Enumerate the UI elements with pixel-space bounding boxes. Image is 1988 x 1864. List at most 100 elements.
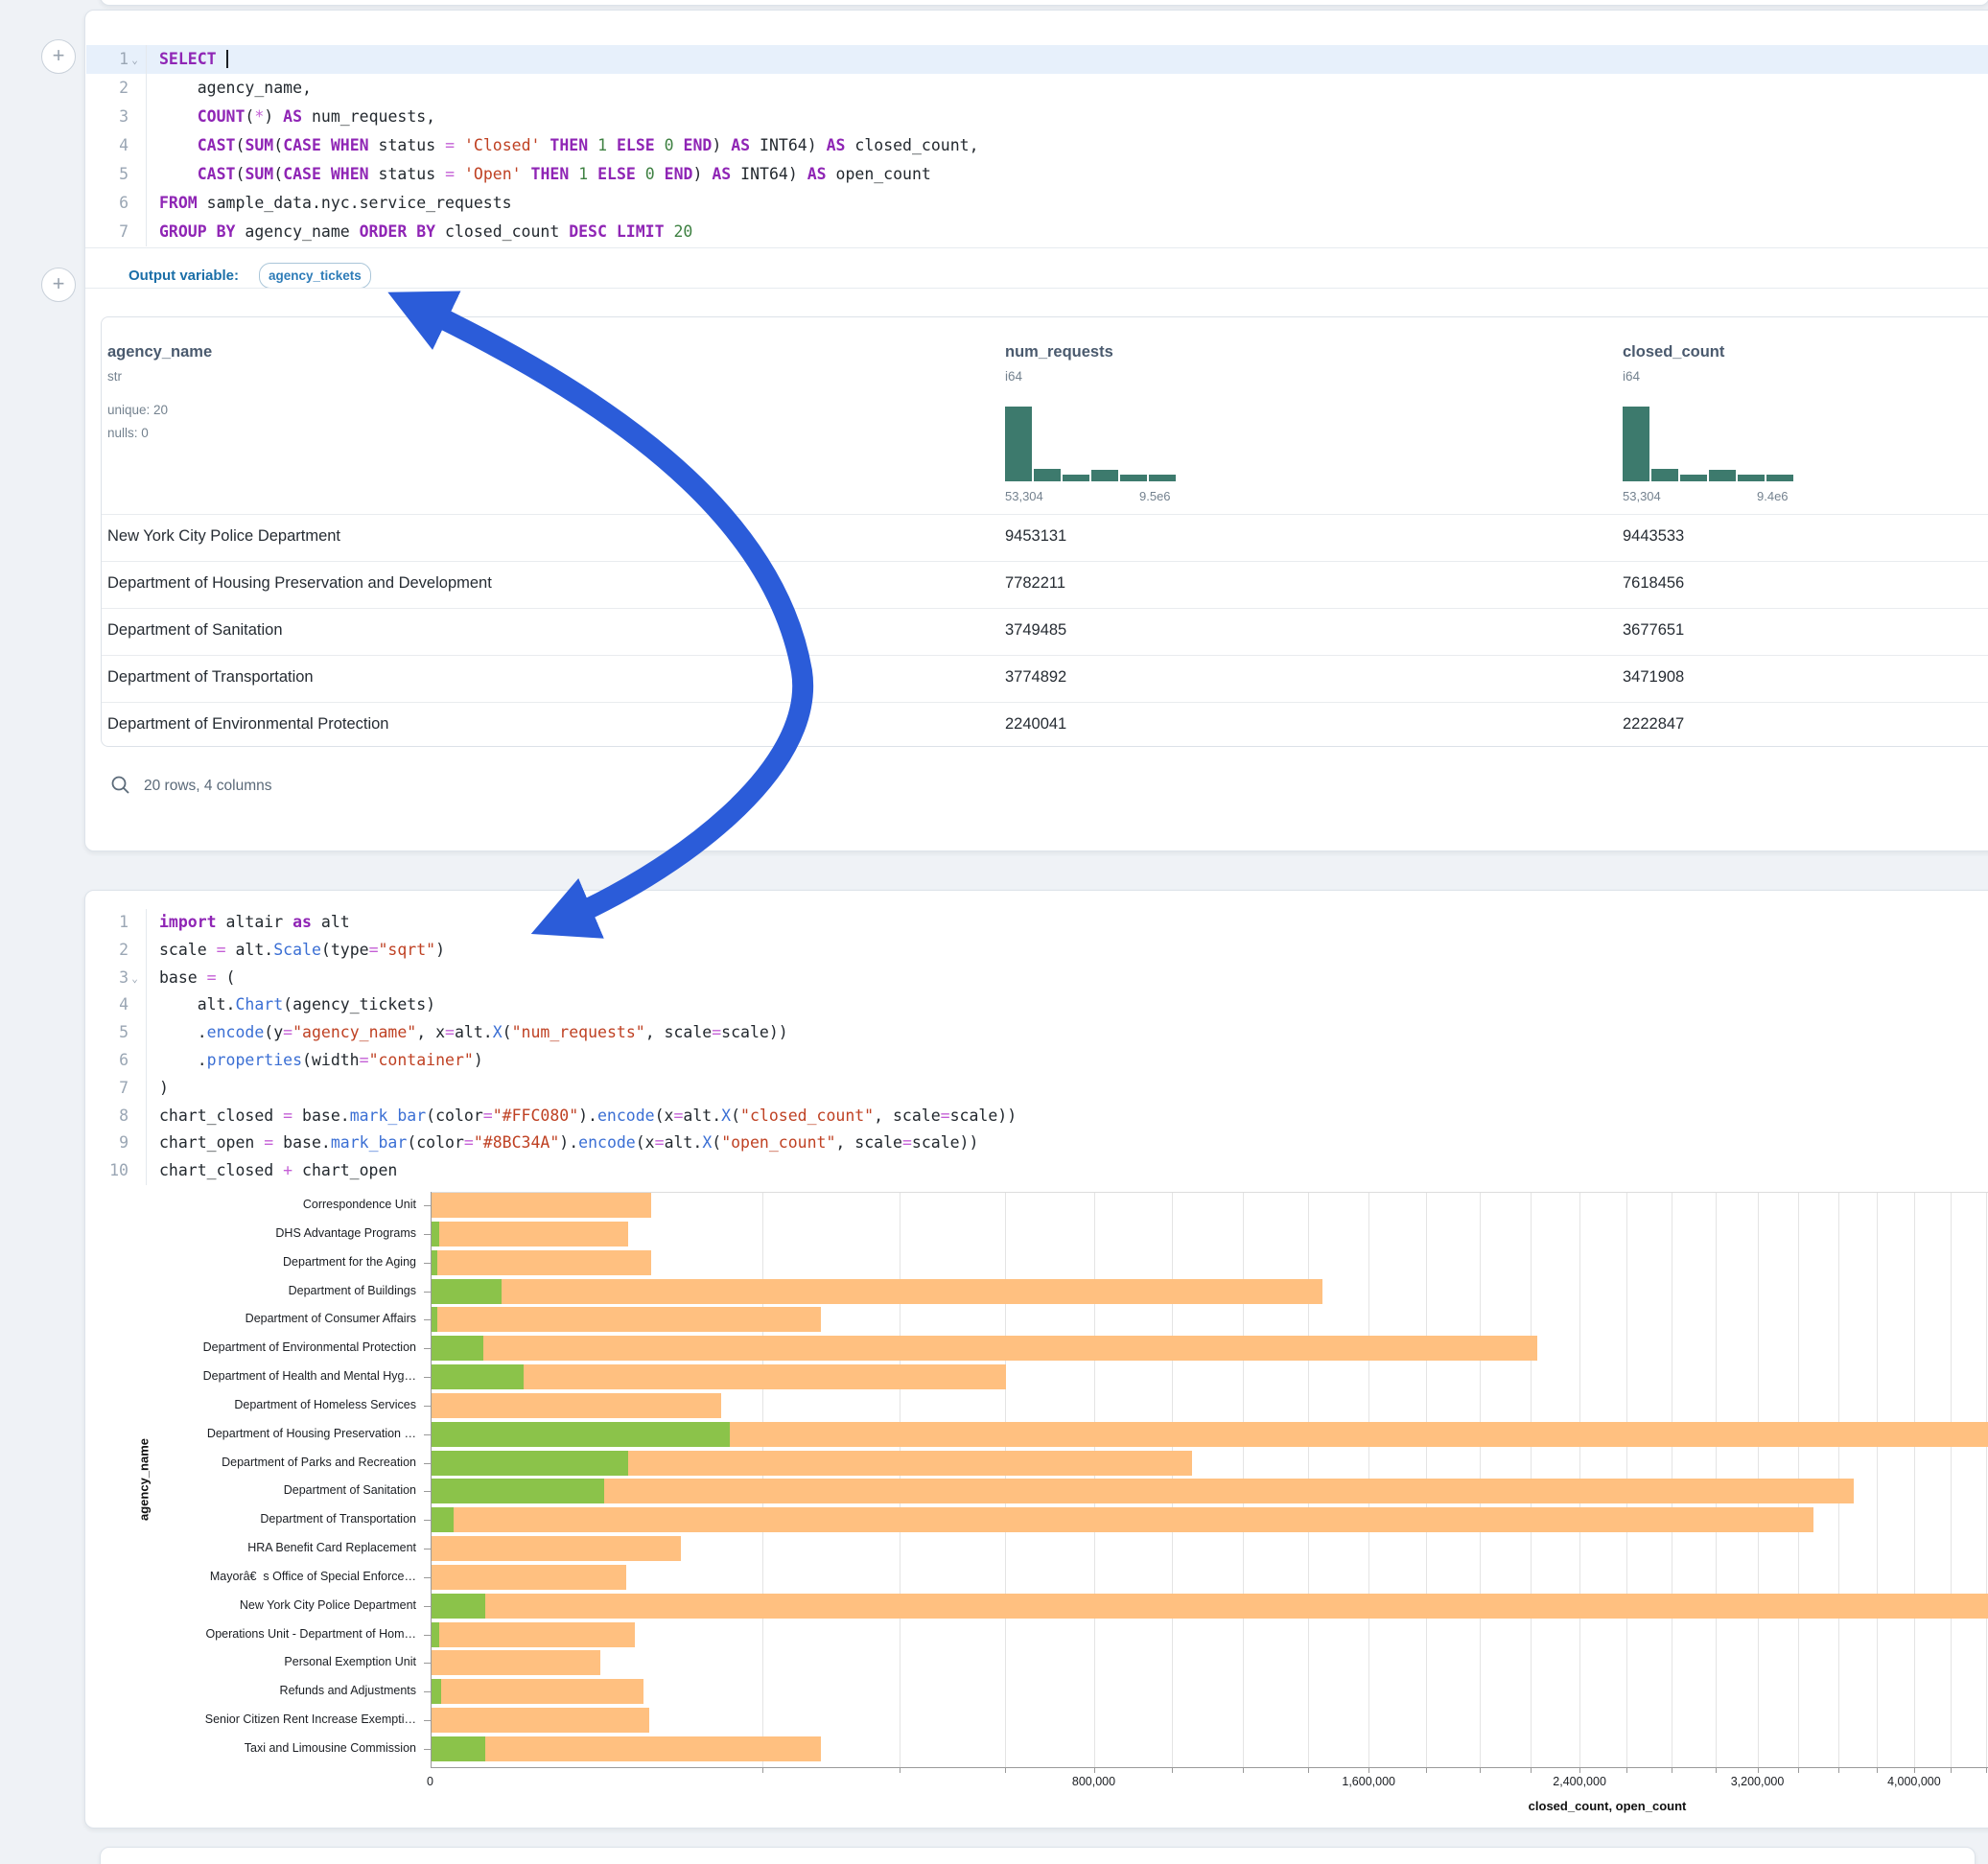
notebook-page: + + 1⌄SELECT 2 agency_name,3 COUNT(*) AS… bbox=[0, 0, 1988, 1864]
code-line[interactable]: 3⌄base = ( bbox=[94, 965, 235, 992]
y-axis-label: Department of Health and Mental Hyg… bbox=[58, 1369, 416, 1383]
y-axis-label: Department of Environmental Protection bbox=[58, 1340, 416, 1354]
closed-count-bar bbox=[432, 1679, 643, 1704]
output-variable-pill[interactable]: agency_tickets bbox=[259, 263, 371, 289]
table-cell-agency[interactable]: Department of Transportation bbox=[107, 668, 314, 687]
y-tick bbox=[424, 1234, 431, 1235]
table-cell-value[interactable]: 7782211 bbox=[1005, 574, 1065, 593]
table-cell-value[interactable]: 3774892 bbox=[1005, 668, 1066, 687]
table-cell-agency[interactable]: Department of Sanitation bbox=[107, 621, 283, 640]
open-count-bar bbox=[432, 1422, 730, 1447]
code-line[interactable]: 9chart_open = base.mark_bar(color="#8BC3… bbox=[94, 1130, 978, 1157]
code-line[interactable]: 6FROM sample_data.nyc.service_requests bbox=[94, 189, 512, 218]
open-count-bar bbox=[432, 1736, 486, 1761]
table-cell-value[interactable]: 3749485 bbox=[1005, 621, 1066, 640]
column-type: i64 bbox=[1623, 369, 1640, 384]
code-line[interactable]: 6 .properties(width="container") bbox=[94, 1047, 483, 1075]
fold-caret-icon[interactable]: ⌄ bbox=[129, 966, 141, 993]
histogram-bar bbox=[1034, 469, 1061, 481]
histogram-min-label: 53,304 bbox=[1623, 489, 1661, 503]
code-line[interactable]: 1⌄SELECT bbox=[94, 45, 228, 74]
gutter-separator bbox=[146, 45, 147, 246]
open-count-bar bbox=[432, 1307, 437, 1332]
search-icon[interactable] bbox=[110, 775, 135, 800]
fold-caret-icon[interactable]: ⌄ bbox=[129, 46, 141, 75]
table-cell-value[interactable]: 9443533 bbox=[1623, 527, 1684, 546]
table-cell-value[interactable]: 3677651 bbox=[1623, 621, 1684, 640]
y-tick bbox=[424, 1434, 431, 1435]
code-line[interactable]: 1import altair as alt bbox=[94, 909, 350, 937]
y-tick bbox=[424, 1205, 431, 1206]
y-tick bbox=[424, 1691, 431, 1692]
output-variable-label: Output variable: bbox=[129, 268, 239, 284]
previous-cell-card-edge bbox=[100, 0, 1988, 6]
table-cell-agency[interactable]: New York City Police Department bbox=[107, 527, 340, 546]
add-cell-button-output[interactable]: + bbox=[41, 268, 76, 302]
next-cell-card-edge bbox=[100, 1847, 1976, 1864]
y-axis-label: Mayorâ€ s Office of Special Enforce… bbox=[58, 1570, 416, 1583]
line-number: 1 bbox=[94, 45, 129, 74]
table-cell-value[interactable]: 9453131 bbox=[1005, 527, 1066, 546]
code-line[interactable]: 10chart_closed + chart_open bbox=[94, 1157, 397, 1185]
y-axis-label: Refunds and Adjustments bbox=[58, 1684, 416, 1697]
line-number: 6 bbox=[94, 189, 129, 218]
y-axis-label: Department of Homeless Services bbox=[58, 1398, 416, 1411]
line-number: 5 bbox=[94, 1019, 129, 1047]
code-line[interactable]: 4 CAST(SUM(CASE WHEN status = 'Closed' T… bbox=[94, 131, 979, 160]
closed-count-bar bbox=[432, 1307, 821, 1332]
open-count-bar bbox=[432, 1622, 439, 1647]
y-axis-label: Department for the Aging bbox=[58, 1255, 416, 1269]
line-number: 2 bbox=[94, 937, 129, 965]
open-count-bar bbox=[432, 1364, 525, 1389]
line-number: 8 bbox=[94, 1103, 129, 1130]
column-histogram bbox=[1005, 407, 1180, 481]
gridline bbox=[1877, 1192, 1878, 1767]
x-tick-label: 2,400,000 bbox=[1553, 1775, 1606, 1788]
closed-count-bar bbox=[432, 1708, 649, 1733]
y-axis-label: Department of Parks and Recreation bbox=[58, 1456, 416, 1469]
histogram-min-label: 53,304 bbox=[1005, 489, 1043, 503]
histogram-bar bbox=[1149, 475, 1176, 481]
column-header[interactable]: num_requests bbox=[1005, 343, 1113, 361]
line-number: 4 bbox=[94, 991, 129, 1019]
column-meta: nulls: 0 bbox=[107, 426, 149, 440]
table-cell-agency[interactable]: Department of Housing Preservation and D… bbox=[107, 574, 492, 593]
table-cell-agency[interactable]: Department of Environmental Protection bbox=[107, 715, 388, 734]
line-number: 4 bbox=[94, 131, 129, 160]
column-header[interactable]: closed_count bbox=[1623, 343, 1724, 361]
x-tick-label: 0 bbox=[427, 1775, 433, 1788]
code-line[interactable]: 8chart_closed = base.mark_bar(color="#FF… bbox=[94, 1103, 1017, 1130]
line-number: 6 bbox=[94, 1047, 129, 1075]
code-line[interactable]: 7GROUP BY agency_name ORDER BY closed_co… bbox=[94, 218, 692, 246]
column-type: i64 bbox=[1005, 369, 1022, 384]
x-tick-label: 1,600,000 bbox=[1342, 1775, 1395, 1788]
line-number: 10 bbox=[94, 1157, 129, 1185]
code-line[interactable]: 7) bbox=[94, 1075, 169, 1103]
y-axis-label: Department of Transportation bbox=[58, 1512, 416, 1526]
table-cell-value[interactable]: 2222847 bbox=[1623, 715, 1684, 734]
closed-count-bar bbox=[432, 1393, 721, 1418]
add-cell-button-top[interactable]: + bbox=[41, 39, 76, 74]
table-cell-value[interactable]: 3471908 bbox=[1623, 668, 1684, 687]
line-number: 3 bbox=[94, 103, 129, 131]
y-tick bbox=[424, 1292, 431, 1293]
closed-count-bar bbox=[432, 1336, 1538, 1361]
code-line[interactable]: 5 CAST(SUM(CASE WHEN status = 'Open' THE… bbox=[94, 160, 931, 189]
code-line[interactable]: 5 .encode(y="agency_name", x=alt.X("num_… bbox=[94, 1019, 788, 1047]
line-number: 1 bbox=[94, 909, 129, 937]
histogram-bar bbox=[1766, 475, 1793, 481]
histogram-bar bbox=[1680, 475, 1707, 481]
y-tick bbox=[424, 1463, 431, 1464]
code-line[interactable]: 2 agency_name, bbox=[94, 74, 312, 103]
x-tick-label: 4,000,000 bbox=[1887, 1775, 1941, 1788]
divider bbox=[85, 247, 1988, 248]
plot-top-border bbox=[431, 1192, 1988, 1193]
column-header[interactable]: agency_name bbox=[107, 343, 212, 361]
y-tick bbox=[424, 1263, 431, 1264]
y-tick bbox=[424, 1348, 431, 1349]
table-cell-value[interactable]: 2240041 bbox=[1005, 715, 1066, 734]
table-cell-value[interactable]: 7618456 bbox=[1623, 574, 1684, 593]
closed-count-bar bbox=[432, 1565, 626, 1590]
y-tick bbox=[424, 1491, 431, 1492]
current-line-highlight bbox=[86, 45, 1988, 74]
